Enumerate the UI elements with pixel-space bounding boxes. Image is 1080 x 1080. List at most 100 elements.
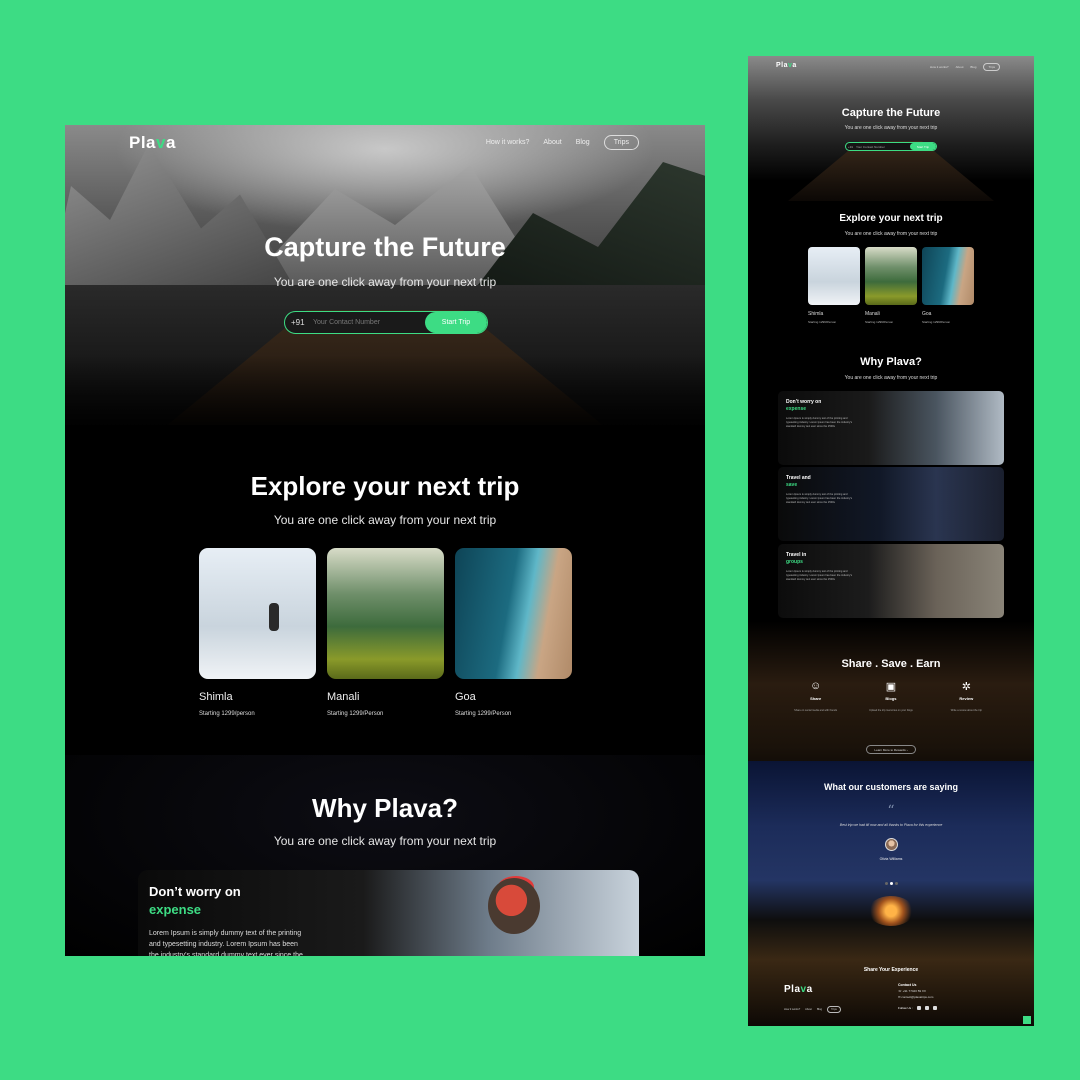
- feature-heading: Travel and: [786, 475, 811, 481]
- why-subtitle: You are one click away from your next tr…: [273, 834, 497, 848]
- top-nav: How it works? About Blog Trips: [930, 63, 1000, 71]
- review-desc: Write a review about the trip: [950, 709, 982, 712]
- review-label: Review: [959, 696, 974, 701]
- nav-blog[interactable]: Blog: [817, 1008, 822, 1011]
- trip-price: Starting 1299/person: [199, 711, 255, 717]
- carousel-dots[interactable]: [885, 882, 898, 885]
- feature-body: Lorem Ipsum is simply dummy text of the …: [786, 570, 853, 581]
- feature-card-expense: Don’t worry on expense Lorem Ipsum is si…: [138, 870, 639, 956]
- review-item[interactable]: ✲ Review Write a review about the trip: [936, 680, 996, 712]
- explore-subtitle: You are one click away from your next tr…: [273, 513, 497, 527]
- learn-more-button[interactable]: Learn More to Rewards ›: [866, 745, 916, 754]
- paraglider-image: [488, 878, 540, 934]
- phone-input[interactable]: Your Contact Number: [856, 145, 910, 149]
- trip-name: Shimla: [199, 691, 233, 703]
- phone-icon: ☏: [898, 989, 902, 993]
- trip-name: Shimla: [808, 311, 824, 317]
- shimla-image: [199, 548, 316, 679]
- trip-cards: Shimla Starting 1299/Person Manali Start…: [808, 247, 974, 324]
- blogs-label: Blogs: [885, 696, 897, 701]
- nav-about[interactable]: About: [805, 1008, 812, 1011]
- nav-trips-button[interactable]: Trips: [603, 135, 639, 150]
- trip-name: Manali: [865, 311, 880, 317]
- feature-body: Lorem Ipsum is simply dummy text of the …: [149, 930, 303, 956]
- shimla-image: [808, 247, 860, 305]
- goa-image: [455, 548, 572, 679]
- nav-about[interactable]: About: [543, 139, 561, 146]
- trip-card-manali[interactable]: Manali Starting 1299/Person: [327, 548, 444, 717]
- why-title: Why Plava?: [312, 793, 458, 823]
- contact-block: Contact Us ☏ +91 77420 59 XX ✉ contact@p…: [898, 982, 933, 1000]
- trip-card-manali[interactable]: Manali Starting 1299/Person: [865, 247, 917, 324]
- trip-name: Goa: [922, 311, 932, 317]
- why-title: Why Plava?: [860, 356, 922, 368]
- trip-price: Starting 1299/Person: [808, 320, 837, 324]
- nav-about[interactable]: About: [956, 65, 964, 69]
- nav-trips-button[interactable]: Trips: [827, 1006, 841, 1013]
- trip-cards: Shimla Starting 1299/person Manali Start…: [199, 548, 572, 717]
- trip-card-shimla[interactable]: Shimla Starting 1299/Person: [808, 247, 860, 324]
- hero-subtitle: You are one click away from your next tr…: [844, 125, 938, 131]
- share-label: Share: [810, 696, 822, 701]
- explore-title: Explore your next trip: [839, 213, 943, 224]
- testimonial-text: Best trip we had till now and all thanks…: [839, 823, 943, 827]
- manali-image: [327, 548, 444, 679]
- trip-name: Goa: [455, 691, 476, 703]
- hero-subtitle: You are one click away from your next tr…: [273, 275, 497, 289]
- trip-card-goa[interactable]: Goa Starting 1299/Person: [922, 247, 974, 324]
- nav-how-it-works[interactable]: How it works?: [486, 139, 530, 146]
- trip-price: Starting 1299/Person: [327, 711, 384, 717]
- footer-logo[interactable]: Plava: [784, 984, 813, 995]
- trip-price: Starting 1299/Person: [455, 711, 512, 717]
- feature-card-expense: Don’t worry on expense Lorem Ipsum is si…: [778, 391, 1004, 465]
- feature-heading: Travel in: [786, 552, 807, 558]
- explore-subtitle: You are one click away from your next tr…: [844, 231, 938, 237]
- start-trip-button[interactable]: Start Trip: [425, 312, 487, 333]
- customers-title: What our customers are saying: [823, 782, 959, 792]
- explore-title: Explore your next trip: [250, 471, 520, 501]
- quote-icon: “: [887, 803, 895, 819]
- trip-name: Manali: [327, 691, 360, 703]
- instagram-icon[interactable]: [924, 1006, 929, 1010]
- share-title: Share . Save . Earn: [841, 658, 941, 670]
- avatar: [885, 838, 898, 851]
- facebook-icon[interactable]: [916, 1006, 921, 1010]
- blogs-desc: Upload the trip memories on your blogs: [869, 709, 913, 712]
- phone-input[interactable]: Your Contact Number: [313, 319, 425, 326]
- share-desc: Share on social media and with friends: [794, 709, 838, 712]
- logo[interactable]: Plava: [776, 62, 797, 69]
- hero-title: Capture the Future: [841, 107, 941, 119]
- trip-card-shimla[interactable]: Shimla Starting 1299/person: [199, 548, 316, 717]
- feature-accent: save: [786, 482, 798, 488]
- contact-email[interactable]: contact@plavatrips.com: [901, 995, 933, 999]
- follow-us: Follow Us :: [898, 1006, 937, 1010]
- feature-heading: Don’t worry on: [786, 399, 822, 405]
- nav-trips-button[interactable]: Trips: [983, 63, 1000, 71]
- share-item[interactable]: ☺ Share Share on social media and with f…: [786, 680, 846, 712]
- feature-accent: expense: [149, 902, 202, 917]
- nav-blog[interactable]: Blog: [970, 65, 976, 69]
- campfire-glow: [868, 896, 914, 926]
- nav-how-it-works[interactable]: How it works?: [930, 65, 949, 69]
- nav-blog[interactable]: Blog: [576, 139, 590, 146]
- linkedin-icon[interactable]: [932, 1006, 937, 1010]
- feature-body: Lorem Ipsum is simply dummy text of the …: [786, 417, 853, 428]
- contact-form: +91 Your Contact Number Start Trip: [845, 142, 937, 151]
- country-code[interactable]: +91: [846, 145, 856, 149]
- start-trip-button[interactable]: Start Trip: [910, 143, 936, 150]
- customer-name: Olivia Williams: [879, 857, 903, 861]
- feature-accent: expense: [786, 406, 807, 412]
- feature-body: Lorem Ipsum is simply dummy text of the …: [786, 493, 853, 504]
- review-stars-icon: ✲: [961, 681, 971, 693]
- blogs-item[interactable]: ▣ Blogs Upload the trip memories on your…: [861, 680, 921, 712]
- logo[interactable]: Plava: [129, 133, 176, 153]
- scroll-to-top-button[interactable]: [1023, 1016, 1031, 1024]
- feature-heading: Don’t worry on: [149, 884, 241, 899]
- hero-title: Capture the Future: [264, 232, 506, 262]
- contact-phone[interactable]: +91 77420 59 XX: [903, 989, 926, 993]
- share-items: ☺ Share Share on social media and with f…: [748, 680, 1034, 712]
- trip-card-goa[interactable]: Goa Starting 1299/Person: [455, 548, 572, 717]
- country-code[interactable]: +91: [285, 318, 313, 327]
- nav-how-it-works[interactable]: How it works?: [784, 1008, 800, 1011]
- share-experience-title: Share Your Experience: [863, 967, 919, 973]
